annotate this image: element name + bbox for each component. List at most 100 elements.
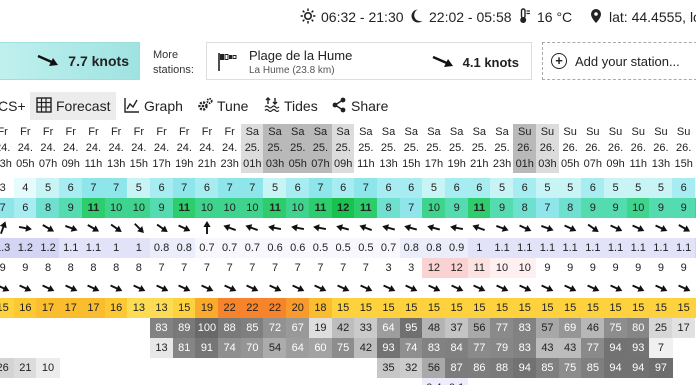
column-header: Sa 25. 13h: [376, 124, 401, 173]
thermometer-icon: [516, 7, 537, 27]
wave-period-cell: 7: [340, 262, 347, 274]
temperature-cell: 17: [36, 298, 60, 318]
wave-direction-arrow-icon: [59, 278, 82, 298]
wave-period-cell: 9: [589, 262, 596, 274]
cloud-high-cell: 83: [149, 318, 174, 338]
tab-cs-plus[interactable]: CS+: [0, 92, 26, 120]
wind-direction-arrow-icon: [445, 218, 468, 238]
wind-direction-arrow-icon: [127, 218, 150, 238]
header-day: Su: [586, 126, 600, 138]
wave-direction-arrow-icon: [377, 278, 400, 298]
wind-direction-arrow-icon: [468, 218, 491, 238]
cloud-low-cell: [173, 358, 196, 378]
header-hour: 15h: [402, 158, 421, 170]
sun-icon: [300, 8, 321, 27]
cloud-low-cell: 94: [513, 358, 537, 378]
share-icon: [331, 97, 351, 116]
temperature-cell: 15: [399, 298, 423, 318]
header-day: Su: [608, 126, 623, 138]
cloud-mid-cell: 83: [422, 338, 446, 358]
current-station-card[interactable]: 7.7 knots: [0, 42, 140, 80]
header-day: Sa: [449, 126, 464, 138]
wave-period-cell: 8: [113, 262, 120, 274]
wind-gust-cell: 7: [399, 198, 423, 218]
column-header: Fr 24. 07h: [36, 124, 60, 173]
cloud-mid-cell: 13: [149, 338, 174, 358]
wind-direction-arrow-icon: [36, 218, 59, 238]
precipitation-cell: [173, 378, 196, 385]
header-day: Su: [563, 126, 577, 138]
temperature-cell: 13: [127, 298, 151, 318]
header-date: 24.: [85, 142, 102, 154]
cloud-low-cell: [672, 358, 695, 378]
wind-speed-cell: 5: [263, 178, 287, 198]
cloud-mid-cell: [14, 338, 37, 358]
wave-direction-arrow-icon: [195, 278, 218, 298]
wind-arrow-icon: [431, 54, 463, 71]
tab-share[interactable]: Share: [331, 92, 388, 120]
precipitation-cell: [536, 378, 559, 385]
header-day: Sa: [427, 126, 441, 138]
cloud-high-cell: 67: [286, 318, 310, 338]
precipitation-cell: [604, 378, 627, 385]
cloud-high-cell: 95: [399, 318, 423, 338]
cloud-low-cell: [82, 358, 105, 378]
wave-height-cell: 1.1: [535, 238, 560, 258]
wind-direction-arrow-icon: [263, 218, 286, 238]
wave-direction-arrow-icon: [468, 278, 491, 298]
wave-period-cell: 7: [249, 262, 256, 274]
cloud-high-cell: [59, 318, 82, 338]
wind-gust-cell: 8: [513, 198, 537, 218]
temperature-cell: 15: [376, 298, 401, 318]
wind-direction-arrow-icon: [241, 218, 264, 238]
header-date: 26.: [585, 142, 601, 154]
wave-direction-arrow-icon: [173, 278, 196, 298]
chart-icon: [124, 97, 144, 116]
header-hour: 01h: [243, 158, 262, 170]
wave-period-cell: 7: [294, 262, 301, 274]
temperature-cell: 15: [490, 298, 514, 318]
wave-period-cell: 12: [422, 258, 446, 278]
wind-speed-cell: 5: [490, 178, 514, 198]
header-date: 24.: [131, 142, 147, 154]
wind-speed-cell: 7: [218, 178, 242, 198]
wind-direction-arrow-icon: [195, 218, 218, 238]
column-header: Su 26. 03h: [535, 124, 560, 173]
cloud-low-cell: 87: [445, 358, 469, 378]
add-station-button[interactable]: + Add your station...: [542, 42, 696, 80]
station-name: Plage de la Hume: [249, 48, 353, 63]
header-day: Fr: [110, 126, 122, 138]
wave-period-cell: 9: [22, 262, 29, 274]
tab-forecast[interactable]: Forecast: [30, 92, 117, 120]
header-hour: 03h: [265, 158, 285, 170]
cloud-low-cell: 94: [603, 358, 628, 378]
wave-height-cell: 0.8: [399, 238, 423, 258]
precipitation-cell: 0.1: [445, 378, 469, 385]
header-hour: 11h: [84, 158, 103, 170]
wave-direction-arrow-icon: [286, 278, 309, 298]
wind-speed-cell: 6: [513, 178, 537, 198]
cloud-mid-cell: 43: [535, 338, 560, 358]
wind-speed-cell: 6: [467, 178, 491, 198]
wave-direction-arrow-icon: [422, 278, 445, 298]
wind-direction-arrow-icon: [0, 218, 14, 238]
tab-tune[interactable]: Tune: [197, 92, 248, 120]
header-day: Fr: [0, 126, 8, 138]
cloud-high-cell: 33: [354, 318, 378, 338]
precipitation-cell: [627, 378, 650, 385]
temperature-cell: 18: [308, 298, 333, 318]
cloud-low-cell: [241, 358, 264, 378]
cloud-high-cell: 88: [218, 318, 242, 338]
wave-period-cell: 11: [467, 258, 491, 278]
station-card[interactable]: Plage de la Hume La Hume (23.8 km) 4.1 k…: [206, 42, 532, 80]
wind-direction-arrow-icon: [513, 218, 536, 238]
header-date: 25.: [335, 142, 351, 154]
current-station-speed: 7.7 knots: [68, 53, 129, 69]
wind-direction-arrow-icon: [332, 218, 355, 238]
wave-direction-arrow-icon: [559, 278, 582, 298]
tab-graph[interactable]: Graph: [124, 92, 183, 120]
tab-tides[interactable]: Tides: [264, 92, 318, 120]
header-hour: 21h: [470, 158, 489, 170]
header-date: 25.: [471, 142, 487, 154]
header-day: Sa: [336, 126, 350, 138]
